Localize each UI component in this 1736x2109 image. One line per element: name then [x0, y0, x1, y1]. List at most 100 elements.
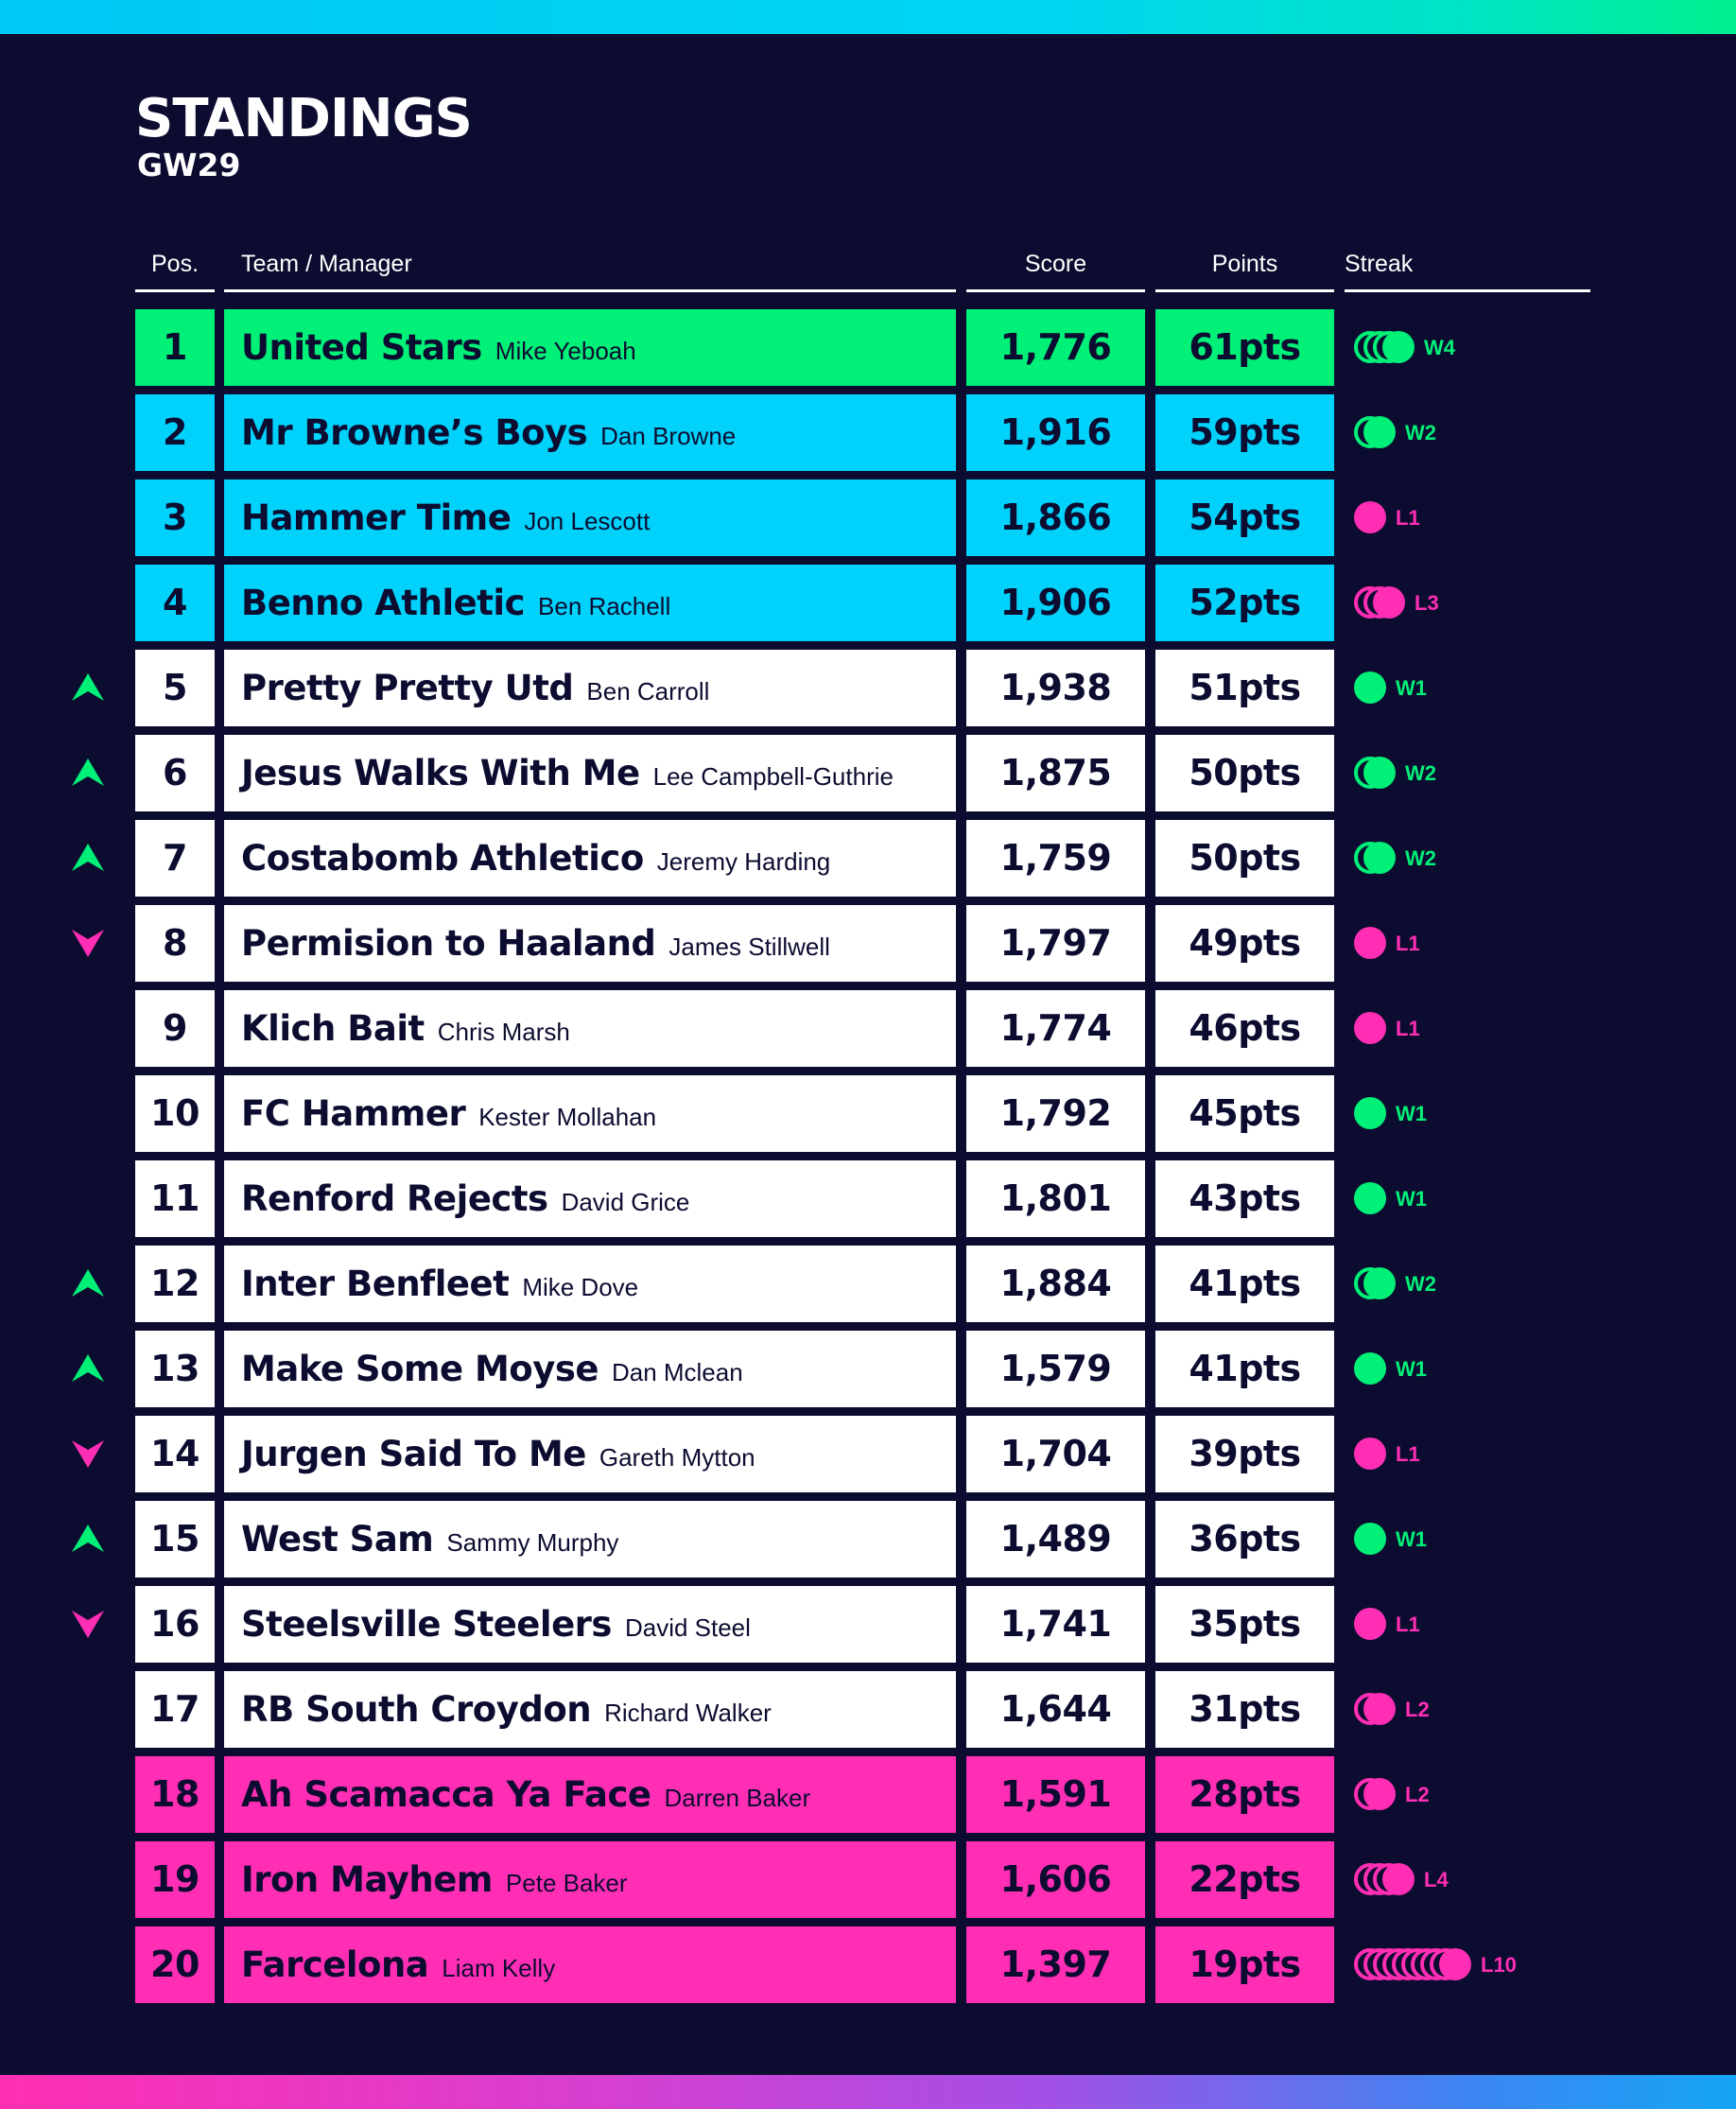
- streak-dots: [1354, 841, 1396, 876]
- streak-dot: [1363, 1692, 1396, 1725]
- position-up-icon: [72, 1354, 104, 1382]
- column-header-streak: Streak: [1345, 250, 1590, 292]
- table-row: 15 West Sam Sammy Murphy 1,489 36pts W1: [0, 1501, 1736, 1577]
- score-cell: 1,906: [966, 565, 1145, 641]
- position-cell: 13: [135, 1331, 215, 1407]
- streak-label: L10: [1481, 1952, 1517, 1977]
- position-cell: 15: [135, 1501, 215, 1577]
- team-cell: RB South Croydon Richard Walker: [224, 1671, 956, 1748]
- streak-dot: [1363, 841, 1396, 874]
- score-cell: 1,741: [966, 1586, 1145, 1663]
- streak-cell: W2: [1354, 735, 1638, 811]
- manager-name: Chris Marsh: [437, 1018, 570, 1046]
- manager-name: Ben Rachell: [538, 592, 671, 620]
- streak-cell: L2: [1354, 1756, 1638, 1833]
- streak-label: L4: [1424, 1867, 1449, 1891]
- points-cell: 41pts: [1155, 1246, 1334, 1322]
- team-name: Renford Rejects: [241, 1178, 548, 1219]
- position-cell: 2: [135, 394, 215, 471]
- table-row: 7 Costabomb Athletico Jeremy Harding 1,759 5…: [0, 820, 1736, 897]
- position-cell: 8: [135, 905, 215, 982]
- team-cell: Mr Browne’s Boys Dan Browne: [224, 394, 956, 471]
- table-row: 3 Hammer Time Jon Lescott 1,866 54pts L1: [0, 479, 1736, 556]
- score-cell: 1,704: [966, 1416, 1145, 1492]
- streak-label: W4: [1424, 335, 1455, 359]
- streak-dot: [1354, 1522, 1386, 1555]
- points-cell: 51pts: [1155, 650, 1334, 726]
- team-cell: West Sam Sammy Murphy: [224, 1501, 956, 1577]
- team-cell: Benno Athletic Ben Rachell: [224, 565, 956, 641]
- manager-name: Mike Dove: [522, 1273, 639, 1301]
- streak-cell: L1: [1354, 1586, 1638, 1663]
- manager-name: Darren Baker: [664, 1784, 811, 1812]
- position-up-icon: [72, 673, 104, 701]
- team-cell: Farcelona Liam Kelly: [224, 1926, 956, 2003]
- streak-cell: W1: [1354, 1501, 1638, 1577]
- score-cell: 1,801: [966, 1160, 1145, 1237]
- manager-name: Richard Walker: [604, 1699, 772, 1727]
- team-cell: Make Some Moyse Dan Mclean: [224, 1331, 956, 1407]
- points-cell: 41pts: [1155, 1331, 1334, 1407]
- team-cell: Steelsville Steelers David Steel: [224, 1586, 956, 1663]
- team-name: Pretty Pretty Utd: [241, 668, 574, 708]
- team-cell: Iron Mayhem Pete Baker: [224, 1841, 956, 1918]
- streak-cell: W1: [1354, 1331, 1638, 1407]
- streak-label: W1: [1396, 1526, 1427, 1551]
- bottom-gradient-bar: [0, 2075, 1736, 2109]
- manager-name: Ben Carroll: [586, 677, 710, 706]
- streak-cell: W1: [1354, 1160, 1638, 1237]
- manager-name: Dan Mclean: [611, 1358, 743, 1386]
- table-row: 18 Ah Scamacca Ya Face Darren Baker 1,591 28…: [0, 1756, 1736, 1833]
- table-row: 17 RB South Croydon Richard Walker 1,644 31p…: [0, 1671, 1736, 1748]
- column-header-team: Team / Manager: [224, 250, 956, 292]
- position-cell: 19: [135, 1841, 215, 1918]
- table-row: 6 Jesus Walks With Me Lee Campbell-Guthrie…: [0, 735, 1736, 811]
- streak-label: L2: [1405, 1697, 1430, 1721]
- team-name: Costabomb Athletico: [241, 838, 644, 879]
- streak-label: W1: [1396, 1101, 1427, 1125]
- team-name: Inter Benfleet: [241, 1264, 510, 1304]
- points-cell: 39pts: [1155, 1416, 1334, 1492]
- score-cell: 1,792: [966, 1075, 1145, 1152]
- streak-label: W1: [1396, 1356, 1427, 1381]
- streak-label: W2: [1405, 420, 1436, 444]
- streak-dot: [1354, 1351, 1386, 1385]
- position-cell: 5: [135, 650, 215, 726]
- table-row: 19 Iron Mayhem Pete Baker 1,606 22pts L4: [0, 1841, 1736, 1918]
- position-cell: 1: [135, 309, 215, 386]
- team-name: Farcelona: [241, 1944, 429, 1985]
- streak-cell: L10: [1354, 1926, 1638, 2003]
- position-cell: 7: [135, 820, 215, 897]
- team-cell: Costabomb Athletico Jeremy Harding: [224, 820, 956, 897]
- streak-dots: [1354, 1011, 1386, 1046]
- streak-cell: L1: [1354, 1416, 1638, 1492]
- points-cell: 61pts: [1155, 309, 1334, 386]
- streak-dots: [1354, 671, 1386, 706]
- streak-dots: [1354, 756, 1396, 791]
- position-cell: 14: [135, 1416, 215, 1492]
- score-cell: 1,591: [966, 1756, 1145, 1833]
- team-cell: Pretty Pretty Utd Ben Carroll: [224, 650, 956, 726]
- score-cell: 1,884: [966, 1246, 1145, 1322]
- score-cell: 1,606: [966, 1841, 1145, 1918]
- streak-dots: [1354, 1266, 1396, 1301]
- score-cell: 1,875: [966, 735, 1145, 811]
- streak-dots: [1354, 330, 1415, 365]
- streak-cell: W1: [1354, 650, 1638, 726]
- streak-dot: [1373, 585, 1405, 619]
- position-down-icon: [72, 1440, 104, 1468]
- column-header-pos: Pos.: [135, 250, 215, 292]
- team-name: Ah Scamacca Ya Face: [241, 1774, 651, 1815]
- score-cell: 1,774: [966, 990, 1145, 1067]
- position-cell: 18: [135, 1756, 215, 1833]
- streak-dot: [1382, 330, 1415, 363]
- score-cell: 1,644: [966, 1671, 1145, 1748]
- score-cell: 1,579: [966, 1331, 1145, 1407]
- team-name: FC Hammer: [241, 1093, 466, 1134]
- team-name: Iron Mayhem: [241, 1859, 493, 1900]
- manager-name: Jon Lescott: [524, 507, 651, 535]
- streak-cell: L1: [1354, 905, 1638, 982]
- team-name: Benno Athletic: [241, 583, 526, 623]
- streak-label: W2: [1405, 1271, 1436, 1296]
- score-cell: 1,797: [966, 905, 1145, 982]
